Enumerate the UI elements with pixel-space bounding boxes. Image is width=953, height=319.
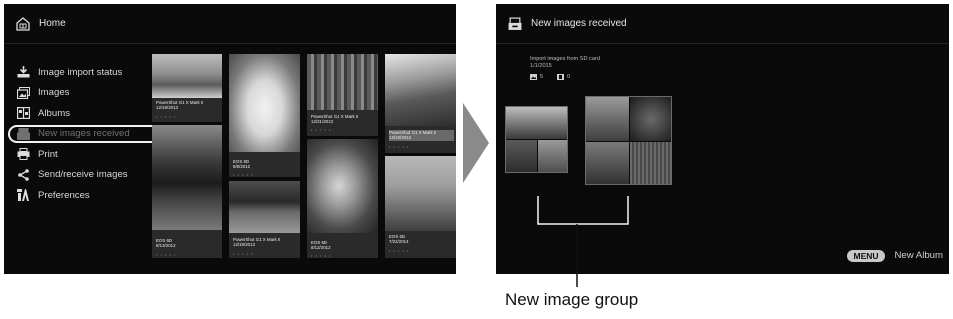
callout-label: New image group	[505, 290, 639, 309]
callout-bracket	[537, 196, 629, 287]
